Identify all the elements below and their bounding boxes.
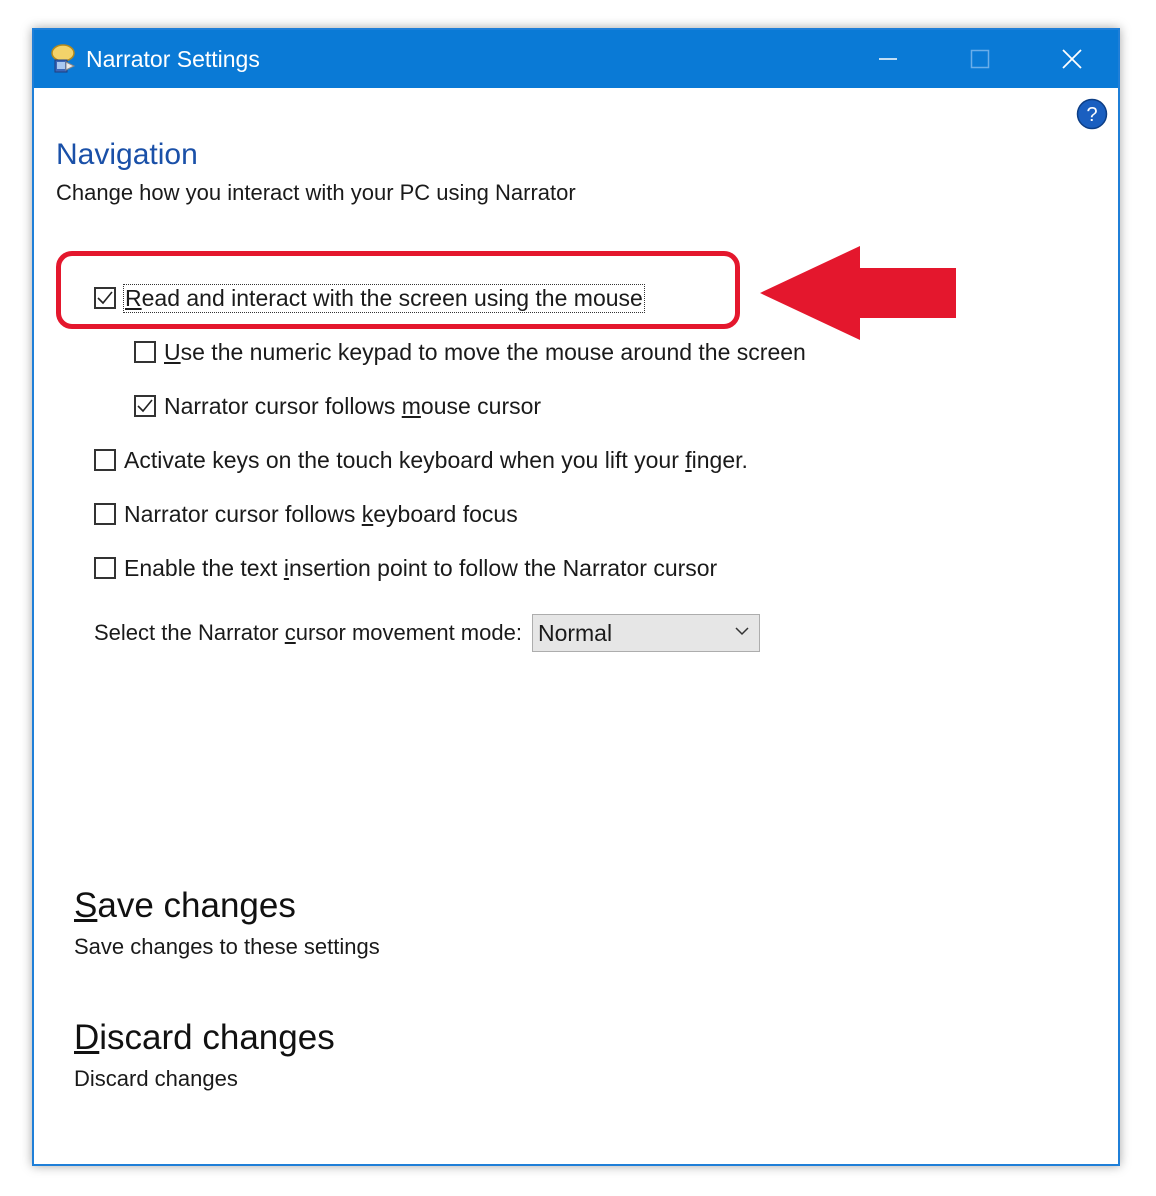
cursor-mode-dropdown[interactable]: Normal: [531, 614, 760, 652]
save-changes-description: Save changes to these settings: [74, 934, 380, 959]
maximize-button[interactable]: [934, 30, 1026, 88]
cursor-follows-mouse-checkbox[interactable]: Narrator cursor follows mouse cursor: [134, 388, 541, 424]
narrator-settings-window: Narrator Settings ? Navigation Change ho…: [32, 28, 1120, 1166]
cursor-mode-row: Select the Narrator cursor movement mode…: [94, 614, 760, 652]
minimize-icon: [879, 58, 897, 60]
text-insertion-follow-checkbox[interactable]: Enable the text insertion point to follo…: [94, 550, 717, 586]
window-title: Narrator Settings: [86, 46, 260, 72]
discard-changes-description: Discard changes: [74, 1066, 238, 1091]
checkbox-box[interactable]: [94, 503, 116, 525]
cursor-follows-keyboard-checkbox[interactable]: Narrator cursor follows keyboard focus: [94, 496, 518, 532]
close-icon: [1062, 49, 1082, 69]
discard-changes-link[interactable]: Discard changes: [74, 1018, 335, 1058]
annotation-arrow-icon: [760, 246, 956, 340]
checkmark-icon: [137, 399, 153, 413]
narrator-app-icon: [51, 44, 76, 73]
option-label: Enable the text insertion point to follo…: [124, 554, 718, 581]
checkbox-box[interactable]: [134, 395, 156, 417]
svg-text:?: ?: [1086, 104, 1097, 126]
chevron-down-icon: [735, 627, 749, 636]
cursor-mode-label: Select the Narrator cursor movement mode…: [94, 620, 522, 645]
option-label: Use the numeric keypad to move the mouse…: [164, 338, 806, 365]
close-button[interactable]: [1026, 30, 1118, 88]
title-bar[interactable]: Narrator Settings: [34, 30, 1118, 88]
option-label: Narrator cursor follows keyboard focus: [124, 500, 518, 527]
checkbox-box[interactable]: [94, 449, 116, 471]
save-changes-link[interactable]: Save changes: [74, 886, 296, 926]
option-label: Activate keys on the touch keyboard when…: [124, 446, 748, 473]
page-heading: Navigation: [56, 138, 198, 171]
option-label: Narrator cursor follows mouse cursor: [164, 392, 542, 419]
help-icon[interactable]: ?: [1076, 98, 1108, 130]
cursor-mode-value: Normal: [537, 619, 613, 646]
touch-keyboard-lift-checkbox[interactable]: Activate keys on the touch keyboard when…: [94, 442, 748, 478]
checkbox-box[interactable]: [94, 557, 116, 579]
annotation-highlight-box: [56, 251, 740, 329]
minimize-button[interactable]: [842, 30, 934, 88]
checkbox-box[interactable]: [134, 341, 156, 363]
maximize-icon: [970, 49, 990, 69]
page-subtitle: Change how you interact with your PC usi…: [56, 180, 576, 205]
numeric-keypad-mouse-checkbox[interactable]: Use the numeric keypad to move the mouse…: [134, 334, 806, 370]
